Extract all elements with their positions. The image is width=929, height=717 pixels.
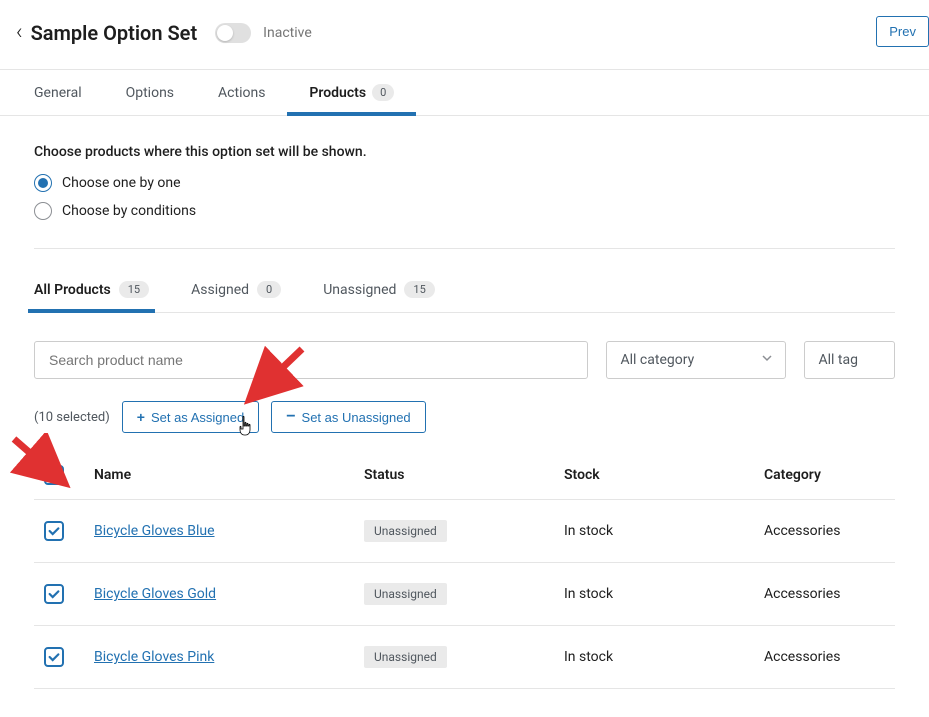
header-checkbox-cell (34, 451, 84, 500)
search-input[interactable] (34, 341, 588, 379)
select-all-checkbox[interactable] (44, 465, 64, 485)
radio-icon (34, 202, 52, 220)
status-badge: Unassigned (364, 583, 447, 605)
radio-choose-one-by-one[interactable]: Choose one by one (34, 174, 895, 192)
tab-actions[interactable]: Actions (196, 70, 287, 115)
category-cell: Accessories (754, 563, 895, 626)
subtab-all-products[interactable]: All Products 15 (34, 281, 149, 312)
header-category[interactable]: Category (754, 451, 895, 500)
tab-label: Options (126, 85, 174, 101)
radio-icon (34, 174, 52, 192)
category-select[interactable]: All category (606, 341, 786, 379)
set-assigned-button[interactable]: + Set as Assigned (122, 401, 259, 433)
products-table: Name Status Stock Category Bicycle Glove… (34, 451, 895, 689)
header-status[interactable]: Status (354, 451, 554, 500)
button-label: Set as Assigned (151, 410, 244, 425)
filters-row: All category All tag (34, 341, 895, 379)
subtab-label: Assigned (191, 282, 249, 298)
toggle-knob (217, 25, 233, 41)
subtab-label: Unassigned (323, 282, 396, 298)
button-label: Set as Unassigned (302, 410, 411, 425)
radio-label: Choose one by one (62, 175, 181, 191)
tab-label: Products (309, 85, 366, 101)
page-title: Sample Option Set (31, 21, 198, 45)
content-area: Choose products where this option set wi… (0, 116, 929, 717)
status-badge: Unassigned (364, 520, 447, 542)
preview-button[interactable]: Prev (876, 16, 929, 47)
subtab-assigned[interactable]: Assigned 0 (191, 281, 281, 312)
plus-icon: + (137, 409, 145, 425)
tab-label: General (34, 85, 82, 101)
chevron-down-icon (761, 352, 773, 368)
minus-icon: − (286, 409, 295, 425)
category-cell: Accessories (754, 500, 895, 563)
table-row: Bicycle Gloves Gold Unassigned In stock … (34, 563, 895, 626)
select-value: All tag (819, 352, 858, 368)
status-badge: Unassigned (364, 646, 447, 668)
main-tabs-container: General Options Actions Products 0 (0, 69, 929, 116)
bulk-actions-row: (10 selected) + Set as Assigned − Set as… (34, 401, 895, 433)
status-toggle[interactable] (215, 23, 251, 43)
radio-choose-by-conditions[interactable]: Choose by conditions (34, 202, 895, 220)
row-checkbox[interactable] (44, 584, 64, 604)
product-link[interactable]: Bicycle Gloves Pink (94, 649, 214, 665)
row-checkbox[interactable] (44, 521, 64, 541)
select-value: All category (621, 352, 695, 368)
subtab-badge: 15 (404, 281, 434, 298)
table-row: Bicycle Gloves Blue Unassigned In stock … (34, 500, 895, 563)
subtab-badge: 15 (119, 281, 149, 298)
row-checkbox[interactable] (44, 647, 64, 667)
selected-count: (10 selected) (34, 410, 110, 425)
tag-select[interactable]: All tag (804, 341, 895, 379)
section-divider (34, 248, 895, 249)
stock-cell: In stock (554, 500, 754, 563)
radio-label: Choose by conditions (62, 203, 196, 219)
tab-label: Actions (218, 85, 265, 101)
tab-general[interactable]: General (12, 70, 104, 115)
table-row: Bicycle Gloves Pink Unassigned In stock … (34, 626, 895, 689)
category-cell: Accessories (754, 626, 895, 689)
page-header: ‹ Sample Option Set Inactive Prev (0, 0, 929, 65)
tab-options[interactable]: Options (104, 70, 196, 115)
subtab-badge: 0 (257, 281, 281, 298)
toggle-status-label: Inactive (263, 25, 312, 41)
tab-badge: 0 (372, 84, 394, 101)
tab-products[interactable]: Products 0 (287, 70, 416, 115)
stock-cell: In stock (554, 563, 754, 626)
header-stock[interactable]: Stock (554, 451, 754, 500)
product-subtabs: All Products 15 Assigned 0 Unassigned 15 (34, 281, 895, 313)
section-description: Choose products where this option set wi… (34, 144, 895, 160)
header-name[interactable]: Name (84, 451, 354, 500)
stock-cell: In stock (554, 626, 754, 689)
subtab-label: All Products (34, 282, 111, 298)
set-unassigned-button[interactable]: − Set as Unassigned (271, 401, 425, 433)
back-chevron-icon[interactable]: ‹ (16, 20, 23, 45)
product-link[interactable]: Bicycle Gloves Gold (94, 586, 216, 602)
product-link[interactable]: Bicycle Gloves Blue (94, 523, 215, 539)
subtab-unassigned[interactable]: Unassigned 15 (323, 281, 435, 312)
